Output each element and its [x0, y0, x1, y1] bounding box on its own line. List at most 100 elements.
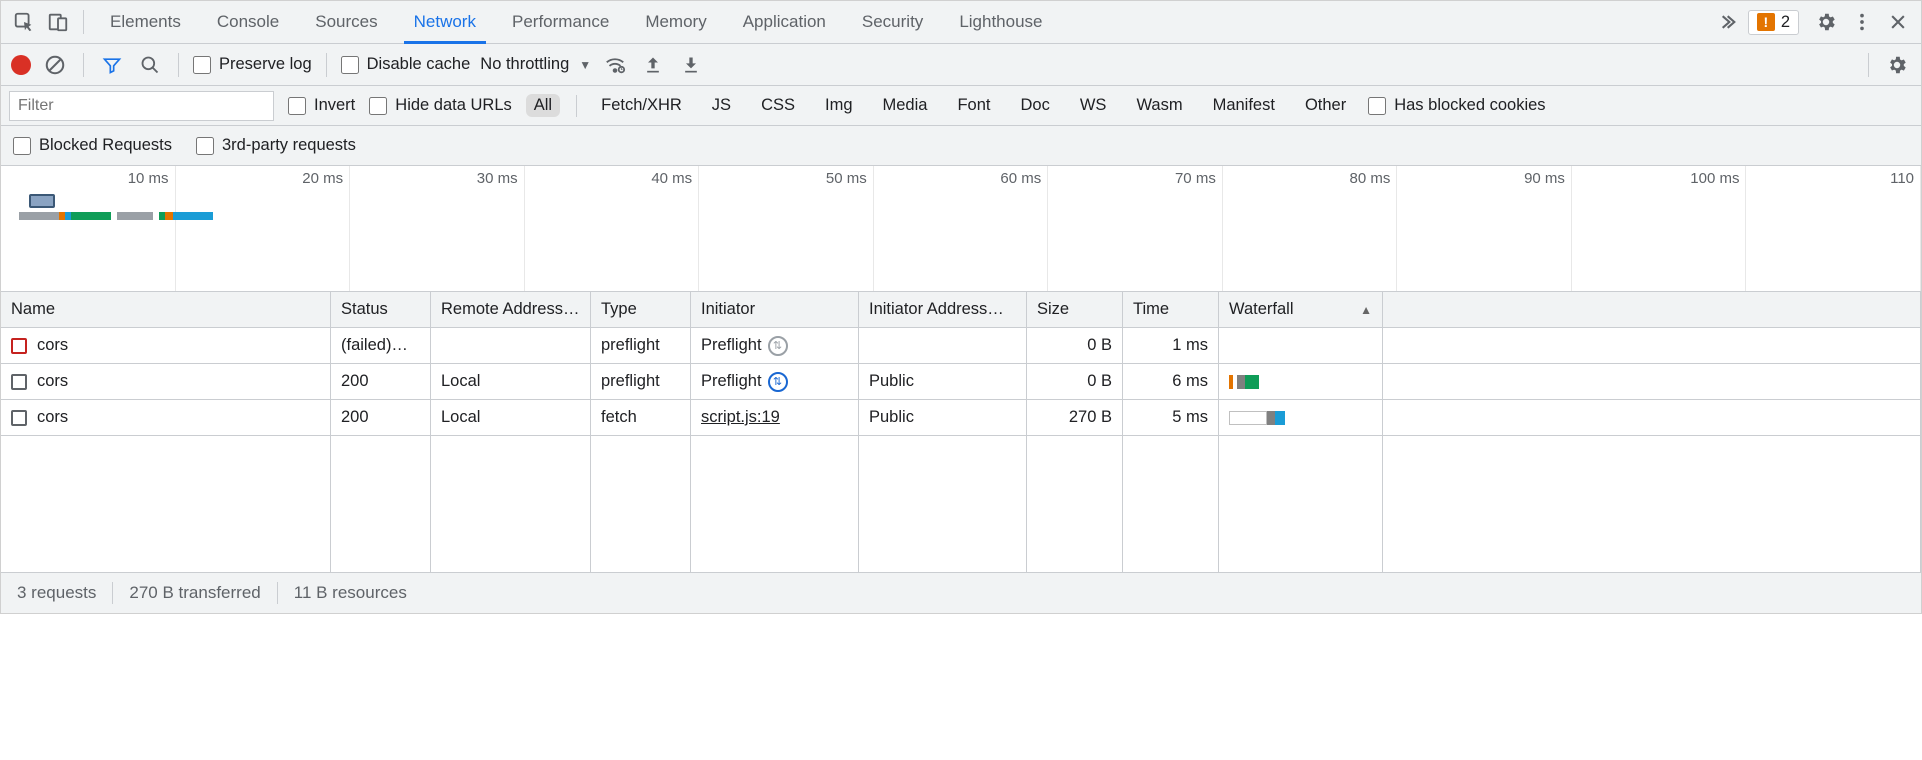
type-chip-manifest[interactable]: Manifest: [1205, 94, 1283, 117]
more-vertical-icon[interactable]: [1845, 5, 1879, 39]
type-cell: preflight: [591, 364, 691, 400]
third-party-checkbox[interactable]: 3rd-party requests: [196, 136, 356, 155]
has-blocked-cookies-input[interactable]: [1368, 97, 1386, 115]
overview-tick-label: 70 ms: [1175, 170, 1216, 187]
file-icon: [11, 374, 27, 390]
overview-bars: [19, 212, 213, 220]
column-header[interactable]: Initiator: [691, 292, 859, 328]
column-header[interactable]: Waterfall: [1219, 292, 1383, 328]
column-header[interactable]: Initiator Address…: [859, 292, 1027, 328]
preserve-log-input[interactable]: [193, 56, 211, 74]
name-cell[interactable]: cors: [1, 364, 331, 400]
record-button[interactable]: [11, 55, 31, 75]
overview-tick-label: 100 ms: [1690, 170, 1739, 187]
type-chip-media[interactable]: Media: [875, 94, 936, 117]
status-transferred: 270 B transferred: [113, 583, 276, 603]
throttling-select[interactable]: No throttling ▼: [480, 55, 591, 74]
waterfall-cell-2: [1383, 364, 1921, 400]
column-header[interactable]: Status: [331, 292, 431, 328]
remote-address-cell: Local: [431, 400, 591, 436]
timeline-overview[interactable]: 10 ms20 ms30 ms40 ms50 ms60 ms70 ms80 ms…: [1, 166, 1921, 292]
name-cell[interactable]: cors: [1, 400, 331, 436]
overview-tick-label: 110: [1890, 170, 1914, 187]
invert-checkbox[interactable]: Invert: [288, 96, 355, 115]
overview-activity-strip: [1, 194, 1921, 226]
column-header[interactable]: Name: [1, 292, 331, 328]
type-chip-js[interactable]: JS: [704, 94, 739, 117]
third-party-input[interactable]: [196, 137, 214, 155]
tab-console[interactable]: Console: [199, 1, 297, 43]
issues-count: 2: [1781, 13, 1790, 32]
status-cell: 200: [331, 400, 431, 436]
preflight-swap-icon: ⇅: [768, 372, 788, 392]
download-har-icon[interactable]: [677, 51, 705, 79]
tab-sources[interactable]: Sources: [297, 1, 395, 43]
file-icon: [11, 338, 27, 354]
blocked-requests-input[interactable]: [13, 137, 31, 155]
settings-gear-icon[interactable]: [1809, 5, 1843, 39]
disable-cache-input[interactable]: [341, 56, 359, 74]
hide-data-urls-label: Hide data URLs: [395, 96, 511, 115]
preflight-swap-icon: ⇅: [768, 336, 788, 356]
tab-network[interactable]: Network: [396, 1, 494, 43]
blocked-requests-label: Blocked Requests: [39, 136, 172, 155]
upload-har-icon[interactable]: [639, 51, 667, 79]
type-cell: fetch: [591, 400, 691, 436]
caret-down-icon: ▼: [579, 58, 591, 72]
network-conditions-icon[interactable]: [601, 51, 629, 79]
overview-column: 50 ms: [699, 166, 874, 291]
initiator-link[interactable]: script.js:19: [701, 408, 780, 427]
column-header[interactable]: [1383, 292, 1921, 328]
type-chip-font[interactable]: Font: [949, 94, 998, 117]
overview-selection-handle[interactable]: [29, 194, 55, 208]
type-chip-all[interactable]: All: [526, 94, 560, 117]
type-chip-other[interactable]: Other: [1297, 94, 1354, 117]
preserve-log-checkbox[interactable]: Preserve log: [193, 55, 312, 74]
device-toolbar-icon[interactable]: [41, 5, 75, 39]
tab-elements[interactable]: Elements: [92, 1, 199, 43]
tab-performance[interactable]: Performance: [494, 1, 627, 43]
hide-data-urls-input[interactable]: [369, 97, 387, 115]
close-devtools-icon[interactable]: [1881, 5, 1915, 39]
tab-memory[interactable]: Memory: [627, 1, 724, 43]
type-chip-css[interactable]: CSS: [753, 94, 803, 117]
hide-data-urls-checkbox[interactable]: Hide data URLs: [369, 96, 511, 115]
size-cell: 270 B: [1027, 400, 1123, 436]
has-blocked-cookies-checkbox[interactable]: Has blocked cookies: [1368, 96, 1545, 115]
file-icon: [11, 410, 27, 426]
column-header[interactable]: Size: [1027, 292, 1123, 328]
type-chip-wasm[interactable]: Wasm: [1128, 94, 1190, 117]
invert-input[interactable]: [288, 97, 306, 115]
column-header[interactable]: Remote Address…: [431, 292, 591, 328]
filter-funnel-icon[interactable]: [98, 51, 126, 79]
initiator-cell[interactable]: script.js:19: [691, 400, 859, 436]
search-icon[interactable]: [136, 51, 164, 79]
type-chip-ws[interactable]: WS: [1072, 94, 1115, 117]
filter-input[interactable]: [9, 91, 274, 121]
inspect-element-icon[interactable]: [7, 5, 41, 39]
type-chip-fetchxhr[interactable]: Fetch/XHR: [593, 94, 690, 117]
blocked-requests-checkbox[interactable]: Blocked Requests: [13, 136, 172, 155]
network-settings-gear-icon[interactable]: [1883, 51, 1911, 79]
issues-badge[interactable]: ! 2: [1748, 10, 1799, 35]
tab-application[interactable]: Application: [725, 1, 844, 43]
name-cell[interactable]: cors: [1, 328, 331, 364]
type-chip-doc[interactable]: Doc: [1013, 94, 1058, 117]
waterfall-cell: [1219, 364, 1383, 400]
divider: [83, 53, 84, 77]
overview-column: 100 ms: [1572, 166, 1747, 291]
network-table: NameStatusRemote Address…TypeInitiatorIn…: [1, 292, 1921, 573]
disable-cache-checkbox[interactable]: Disable cache: [341, 55, 471, 74]
overview-column: 40 ms: [525, 166, 700, 291]
more-tabs-chevron-icon[interactable]: [1714, 5, 1748, 39]
column-header[interactable]: Type: [591, 292, 691, 328]
tab-security[interactable]: Security: [844, 1, 941, 43]
column-header[interactable]: Time: [1123, 292, 1219, 328]
resource-type-filter: All Fetch/XHR JS CSS Img Media Font Doc WS Wasm Ma…: [526, 94, 1354, 117]
tab-lighthouse[interactable]: Lighthouse: [941, 1, 1060, 43]
type-chip-img[interactable]: Img: [817, 94, 861, 117]
clear-log-icon[interactable]: [41, 51, 69, 79]
time-cell: 1 ms: [1123, 328, 1219, 364]
initiator-text: Preflight: [701, 372, 762, 391]
overview-tick-label: 10 ms: [128, 170, 169, 187]
